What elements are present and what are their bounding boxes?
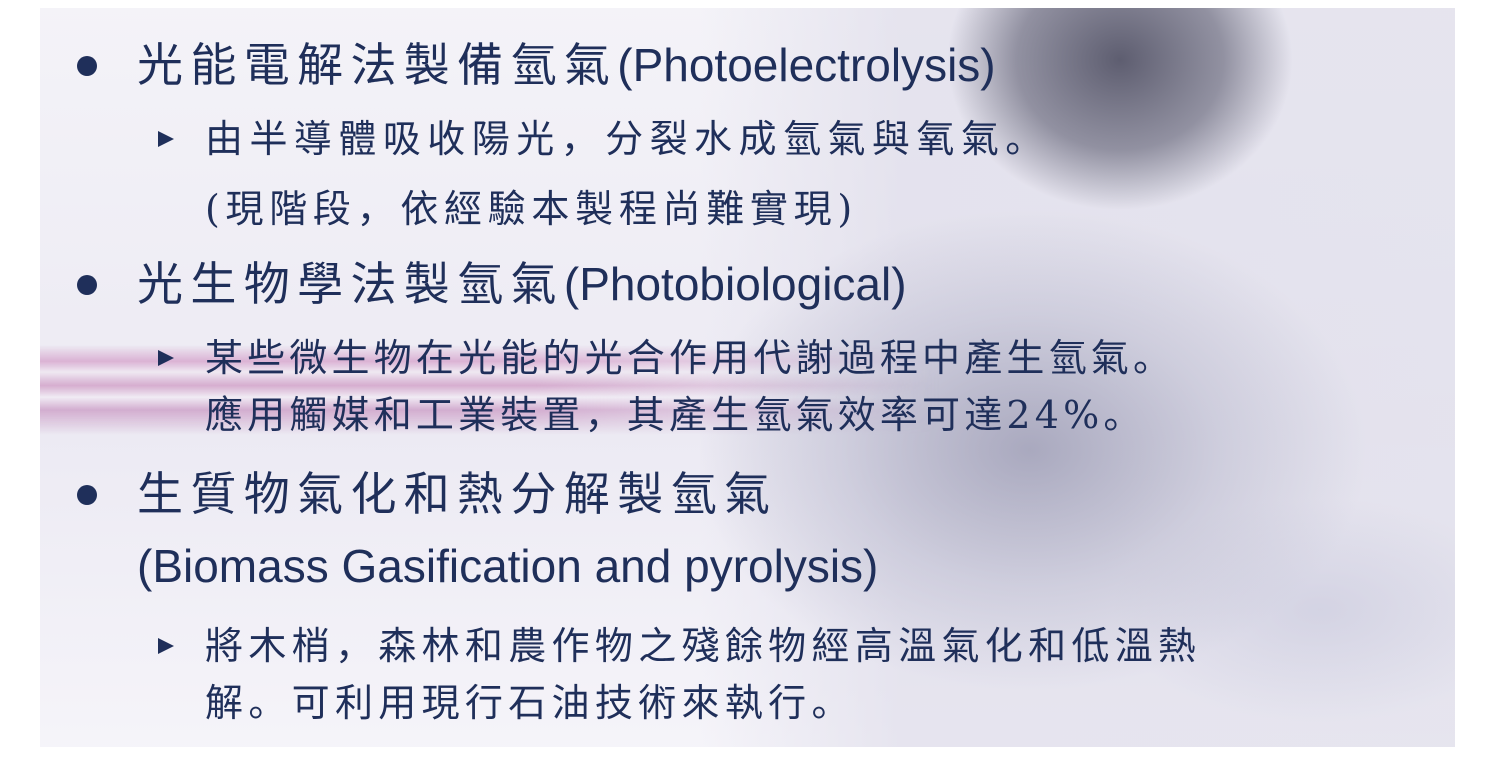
sub-bullet-arrow-icon bbox=[158, 638, 174, 654]
section-2-detail-line-1: 某些微生物在光能的光合作用代謝過程中產生氫氣。 bbox=[205, 336, 1176, 380]
sub-bullet-arrow-icon bbox=[158, 131, 174, 147]
section-3-detail-line-1: 將木梢，森林和農作物之殘餘物經高溫氣化和低溫熱 bbox=[205, 624, 1202, 668]
section-1-detail-line-2: (現階段，依經驗本製程尚難實現) bbox=[205, 187, 858, 231]
slide-margin-left bbox=[0, 0, 40, 777]
bullet-dot-icon bbox=[77, 275, 97, 295]
section-3-heading-en: (Biomass Gasification and pyrolysis) bbox=[137, 540, 879, 592]
section-1-detail-line-1: 由半導體吸收陽光，分裂水成氫氣與氧氣。 bbox=[205, 117, 1050, 161]
slide-margin-right bbox=[1455, 0, 1500, 777]
slide: 光能電解法製備氫氣(Photoelectrolysis) 由半導體吸收陽光，分裂… bbox=[0, 0, 1500, 777]
section-2-heading-zh: 光生物學法製氫氣 bbox=[137, 257, 564, 311]
section-3-detail-line-2: 解。可利用現行石油技術來執行。 bbox=[205, 681, 855, 725]
slide-margin-bottom bbox=[0, 747, 1500, 777]
section-2-detail-line-2: 應用觸媒和工業裝置，其產生氫氣效率可達24%。 bbox=[205, 393, 1146, 437]
section-1-heading-zh: 光能電解法製備氫氣 bbox=[137, 38, 618, 92]
section-2-heading-en: (Photobiological) bbox=[563, 258, 907, 310]
slide-margin-top bbox=[0, 0, 1500, 8]
sub-bullet-arrow-icon bbox=[158, 350, 174, 366]
section-1-heading: 光能電解法製備氫氣(Photoelectrolysis) bbox=[137, 37, 996, 93]
bullet-dot-icon bbox=[77, 485, 97, 505]
section-2-heading: 光生物學法製氫氣(Photobiological) bbox=[137, 256, 907, 312]
bullet-dot-icon bbox=[77, 56, 97, 76]
section-3-heading-zh: 生質物氣化和熱分解製氫氣 bbox=[137, 467, 778, 521]
section-1-heading-en: (Photoelectrolysis) bbox=[617, 39, 996, 91]
